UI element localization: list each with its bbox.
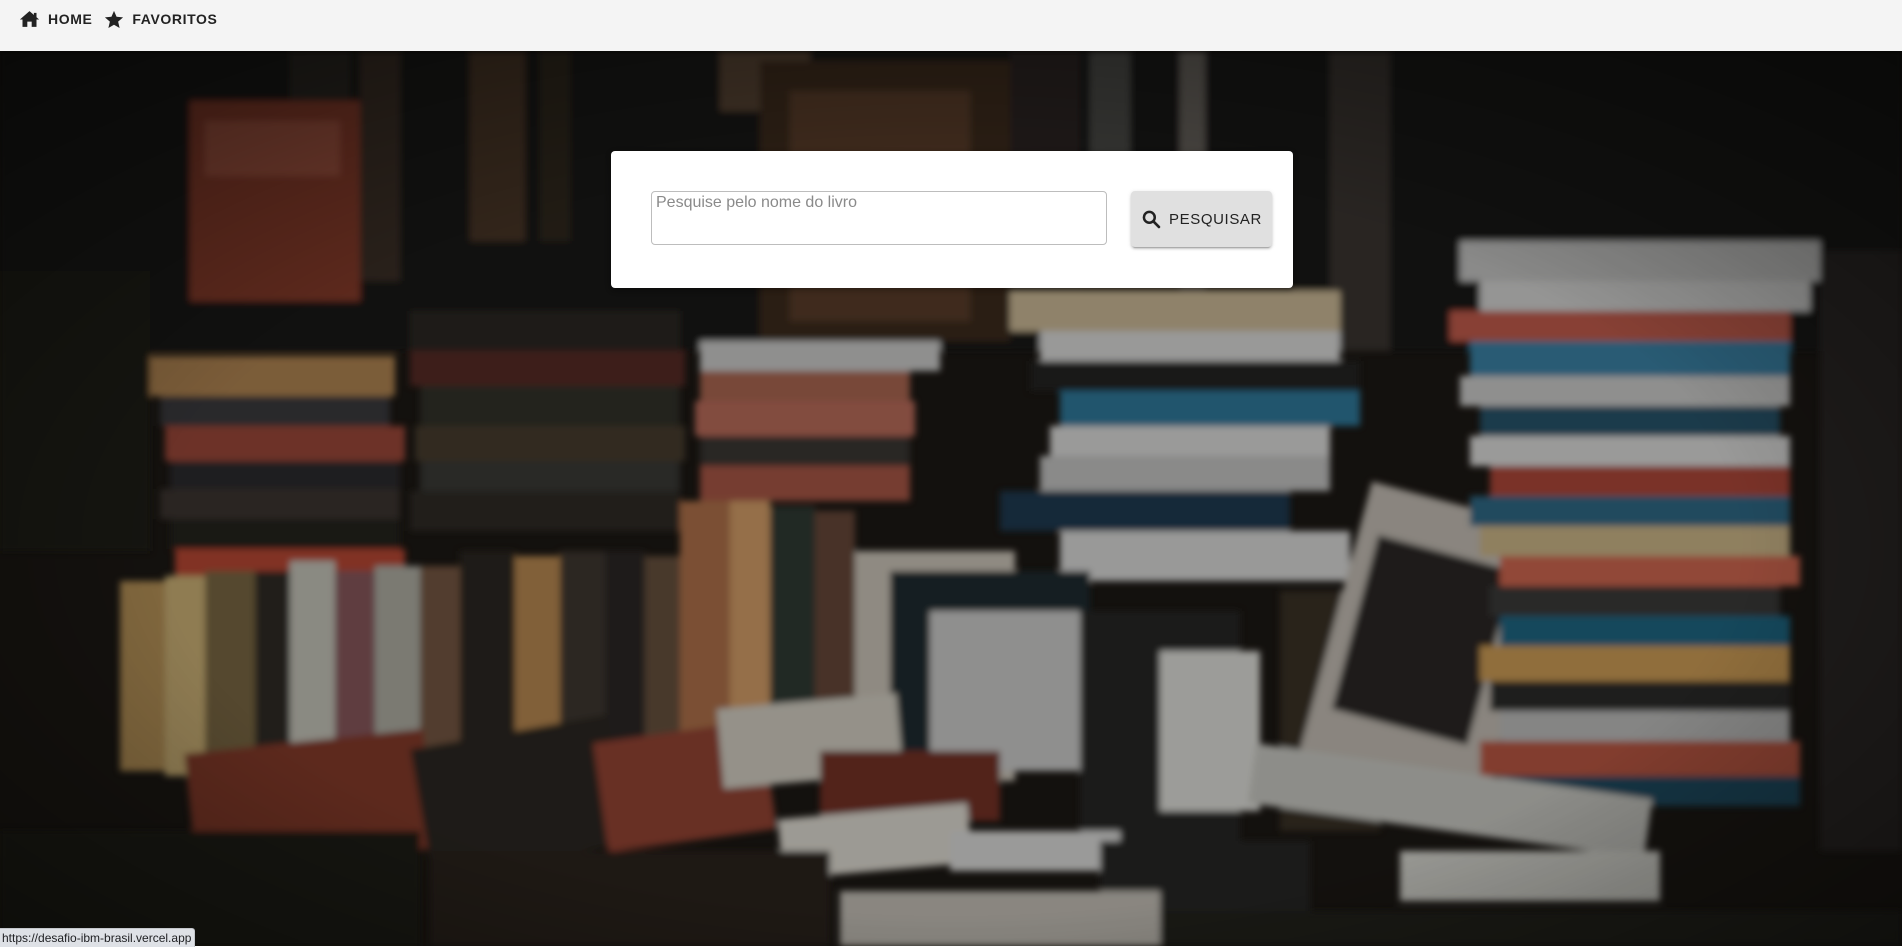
top-navbar: HOME FAVORITOS [0,0,1902,51]
home-icon [19,10,40,28]
status-bar-url: https://desafio-ibm-brasil.vercel.app [0,928,196,947]
search-icon [1142,210,1161,229]
search-input[interactable] [651,191,1107,245]
search-button[interactable]: PESQUISAR [1131,191,1272,247]
star-icon [104,10,124,29]
search-card: PESQUISAR [611,151,1293,288]
nav-favorites-link[interactable]: FAVORITOS [104,9,217,29]
nav-home-link[interactable]: HOME [19,9,92,29]
nav-favorites-label: FAVORITOS [132,11,218,27]
search-button-label: PESQUISAR [1169,210,1262,228]
nav-home-label: HOME [48,11,93,27]
